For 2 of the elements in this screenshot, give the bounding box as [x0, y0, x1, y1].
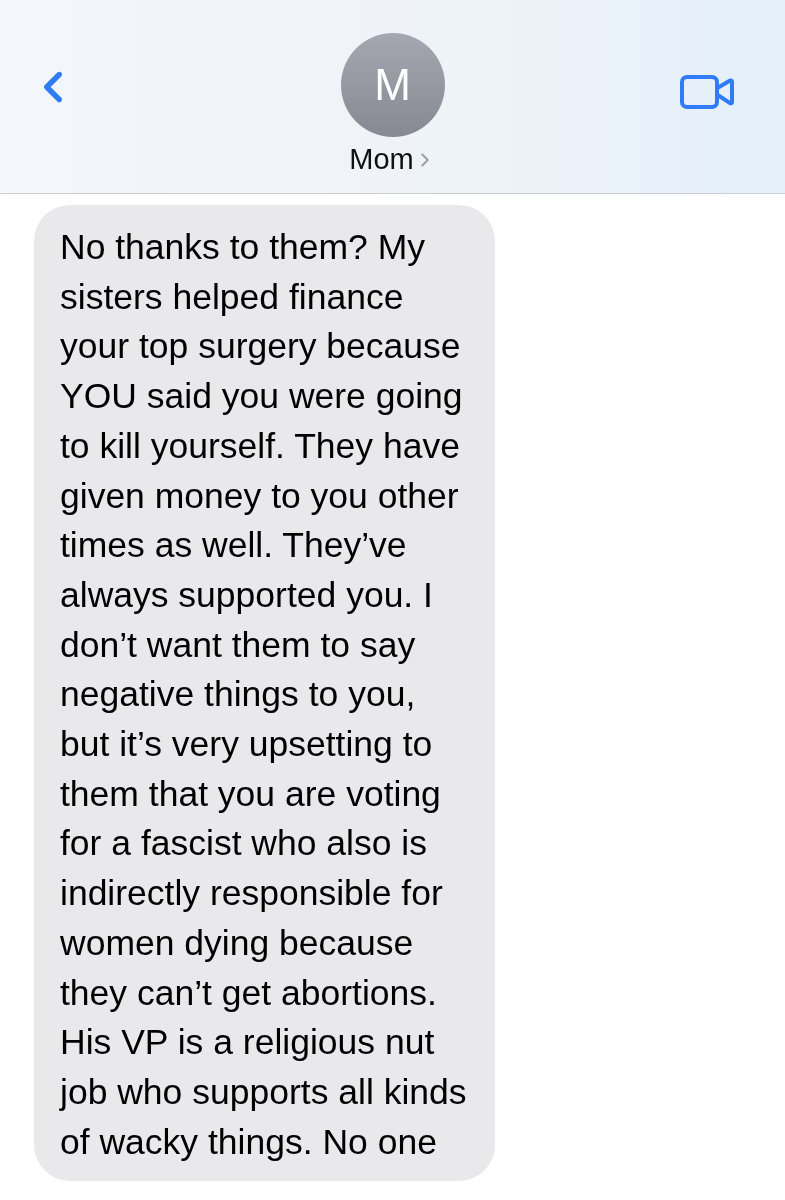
contact-name[interactable]: Mom	[349, 143, 414, 176]
message-bubble: No thanks to them? My sisters helped finance your top surgery because YOU said you were going to kill yourself. They have given money to you other times as well. They’ve always supported you. I don’t want them to say negative things to you, but it’s very upsetting to them that you are voting for a fascist who also is indirectly responsible for women dying because they can’t get abortions. His VP is a religious nut job who supports all kinds of wacky things. No one	[34, 205, 495, 1182]
